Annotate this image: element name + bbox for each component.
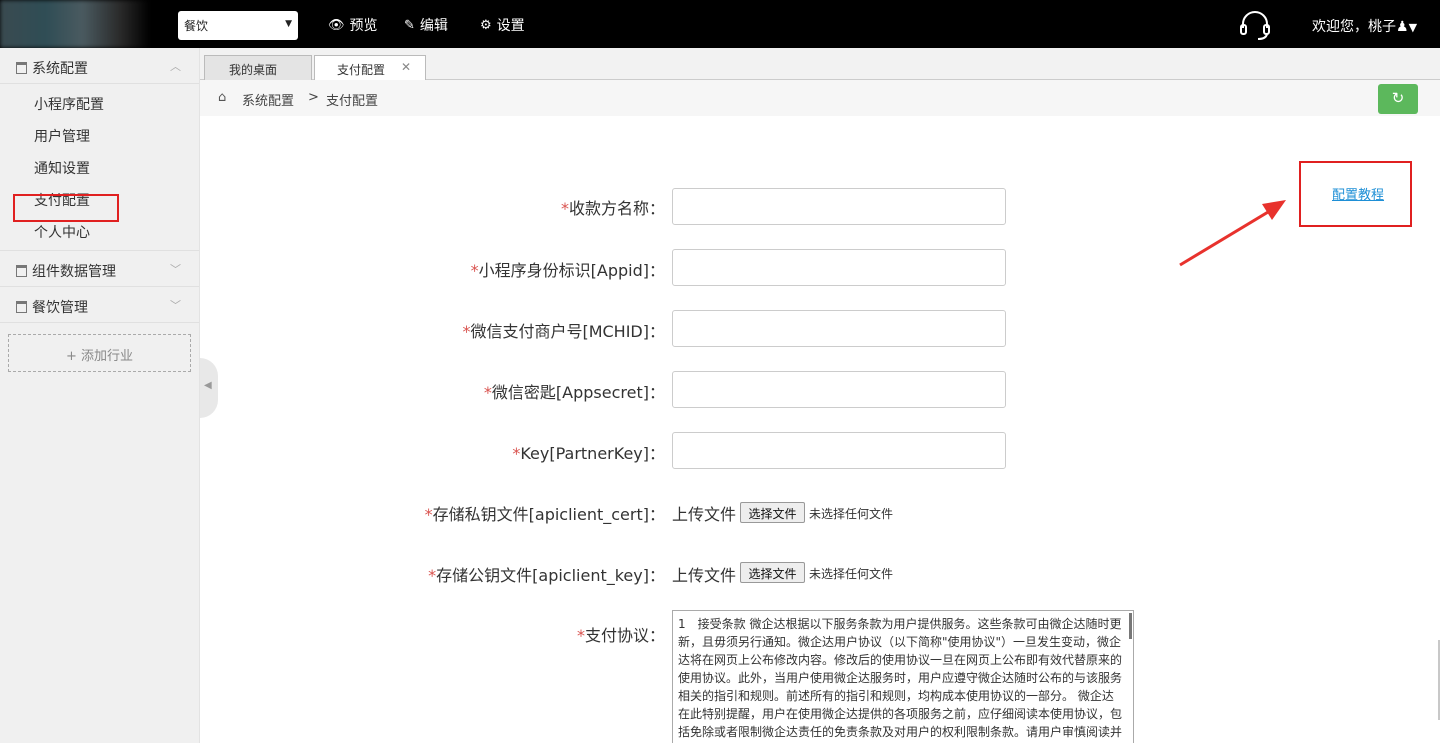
mchid-input[interactable] [672,310,1006,347]
preview-button[interactable]: 👁 预览 [328,15,378,35]
field-label-payee-name: *收款方名称： [560,199,665,218]
section-title: 系统配置 [32,61,88,77]
section-title: 餐饮管理 [32,300,88,316]
welcome-text: 欢迎您，桃子 [1312,19,1396,35]
choose-file-button-cert[interactable]: 选择文件 [740,502,805,523]
field-label-key: *存储公钥文件[apiclient_key]： [428,566,665,585]
tab-payment-config[interactable]: 支付配置 ✕ [314,55,426,82]
settings-label: 设置 [496,18,525,34]
file-status-cert: 未选择任何文件 [809,507,894,521]
sidebar-item-miniprogram-config[interactable]: 小程序配置 [0,86,199,118]
refresh-icon: ↻ [1391,89,1405,107]
edit-button[interactable]: ✎ 编辑 [404,15,448,35]
sidebar-item-notification-settings[interactable]: 通知设置 [0,150,199,182]
highlight-annotation [13,194,119,222]
refresh-button[interactable]: ↻ [1378,84,1418,114]
user-icon: ♟ [1396,19,1409,35]
sidebar-section-system-config[interactable]: 系统配置 ︿ [0,48,199,84]
config-tutorial-link[interactable]: 配置教程 [1332,184,1384,203]
field-label-appid: *小程序身份标识[Appid]： [470,261,665,280]
partnerkey-input[interactable] [672,432,1006,469]
preview-label: 预览 [349,18,378,34]
chevron-down-icon: ▼ [285,19,292,29]
sidebar-section-component-data[interactable]: 组件数据管理 ﹀ [0,251,199,287]
chevron-down-icon: ▼ [1408,21,1418,34]
appsecret-input[interactable] [672,371,1006,408]
settings-button[interactable]: ⚙ 设置 [480,15,525,35]
industry-select[interactable]: 餐饮 ▼ [178,11,298,40]
logo [0,0,150,48]
breadcrumb-separator: > [308,90,319,105]
industry-select-value: 餐饮 [184,19,209,33]
tab-label: 支付配置 [337,63,386,77]
upload-text: 上传文件 [672,505,737,524]
breadcrumb: ⌂ 系统配置 > 支付配置 ↻ [200,80,1440,116]
payee-name-input[interactable] [672,188,1006,225]
agreement-textarea[interactable]: 1 接受条款 微企达根据以下服务条款为用户提供服务。这些条款可由微企达随时更新，… [672,610,1134,743]
edit-icon: ✎ [404,17,415,33]
chevron-down-icon: ﹀ [170,299,181,312]
gear-icon: ⚙ [480,17,492,33]
home-icon[interactable]: ⌂ [218,90,226,105]
tab-my-desktop[interactable]: 我的桌面 [204,55,312,81]
sidebar-collapse-handle[interactable]: ◀ [200,358,218,418]
tab-label: 我的桌面 [229,63,278,77]
sidebar-section-catering[interactable]: 餐饮管理 ﹀ [0,287,199,323]
sidebar: 系统配置 ︿ 小程序配置 用户管理 通知设置 支付配置 个人中心 组件数据管理 … [0,48,200,743]
field-label-agreement: *支付协议： [576,626,665,645]
field-label-partnerkey: *Key[PartnerKey]： [512,444,665,463]
file-status-key: 未选择任何文件 [809,567,894,581]
sidebar-item-user-management[interactable]: 用户管理 [0,118,199,150]
field-label-appsecret: *微信密匙[Appsecret]： [483,383,665,402]
breadcrumb-level1[interactable]: 系统配置 [242,90,294,109]
document-icon [16,265,27,277]
tab-bar: 我的桌面 支付配置 ✕ [200,48,1440,82]
upload-text: 上传文件 [672,566,737,585]
field-label-mchid: *微信支付商户号[MCHID]： [462,322,665,341]
user-menu[interactable]: 欢迎您，桃子♟▼ [1312,16,1417,36]
eye-icon: 👁 [328,17,345,33]
document-icon [16,62,27,74]
scrollbar[interactable] [1129,613,1132,639]
breadcrumb-level2: 支付配置 [326,94,379,109]
section-title: 组件数据管理 [32,264,116,280]
headset-icon[interactable] [1238,10,1272,42]
agreement-text: 1 接受条款 微企达根据以下服务条款为用户提供服务。这些条款可由微企达随时更新，… [678,617,1123,739]
choose-file-button-key[interactable]: 选择文件 [740,562,805,583]
chevron-up-icon: ︿ [170,60,181,73]
close-icon[interactable]: ✕ [401,60,411,74]
edit-label: 编辑 [419,18,448,34]
chevron-left-icon: ◀ [204,380,212,391]
appid-input[interactable] [672,249,1006,286]
top-bar: 餐饮 ▼ 👁 预览 ✎ 编辑 ⚙ 设置 欢迎您，桃子♟▼ [0,0,1440,48]
document-icon [16,301,27,313]
arrow-annotation-icon [1179,200,1286,267]
chevron-down-icon: ﹀ [170,263,181,276]
add-industry-button[interactable]: + 添加行业 [8,334,191,372]
field-label-cert: *存储私钥文件[apiclient_cert]： [424,505,665,524]
